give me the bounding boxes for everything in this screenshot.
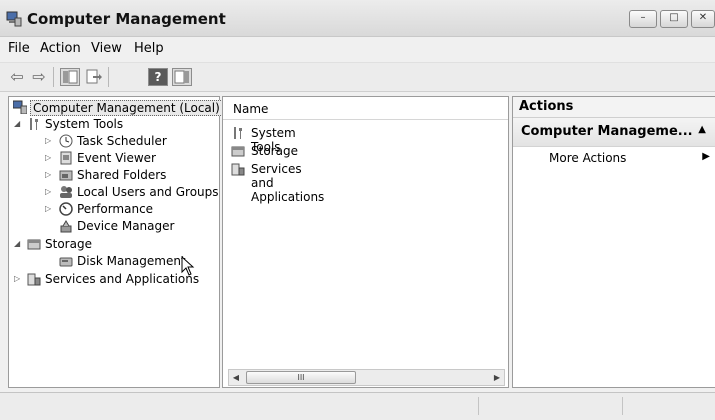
toolbar-separator <box>108 67 109 87</box>
show-hide-action-pane-icon[interactable] <box>172 68 192 86</box>
minimize-icon: – <box>640 12 646 23</box>
computer-management-icon <box>6 11 22 27</box>
users-groups-icon <box>60 186 72 198</box>
system-tools-icon <box>30 118 38 130</box>
scroll-left-icon[interactable]: ◀ <box>230 371 242 384</box>
close-button[interactable]: ✕ <box>691 10 715 28</box>
tree-item-label: Device Manager <box>77 219 175 233</box>
horizontal-scrollbar[interactable]: ◀ III ▶ <box>228 369 505 386</box>
actions-section-computer-management[interactable]: Computer Manageme... ▲ <box>513 118 715 147</box>
tree-item-label: Performance <box>77 202 154 216</box>
event-viewer-icon <box>60 151 72 165</box>
export-list-icon[interactable] <box>84 68 102 86</box>
menu-help[interactable]: Help <box>134 41 164 56</box>
tree-item-label: Event Viewer <box>77 151 156 165</box>
tree-item-label: Services and Applications <box>45 272 200 286</box>
storage-icon <box>231 146 245 157</box>
actions-header: Actions <box>513 97 715 118</box>
tree-item-label: Computer Management (Local) <box>30 100 223 116</box>
forward-arrow-icon[interactable]: ⇨ <box>30 68 48 86</box>
more-actions-label: More Actions <box>549 151 627 165</box>
more-actions-item[interactable]: More Actions ▶ <box>513 149 715 169</box>
column-header-label: Name <box>233 102 269 116</box>
show-hide-console-tree-icon[interactable] <box>60 68 80 86</box>
toolbar: ⇦ ⇨ ? <box>0 62 715 92</box>
list-item-label: Storage <box>251 144 298 158</box>
submenu-arrow-icon: ▶ <box>702 151 710 162</box>
menu-action[interactable]: Action <box>40 41 81 56</box>
results-pane[interactable]: Name System Tools Storage Services and A… <box>222 96 509 388</box>
tree-item-label: Disk Management <box>77 254 186 268</box>
menu-view[interactable]: View <box>91 41 122 56</box>
collapse-triangle-icon[interactable]: ◢ <box>14 118 24 130</box>
computer-management-icon <box>13 100 27 114</box>
tree-item-label: Local Users and Groups <box>77 185 219 199</box>
tree-item-label: Shared Folders <box>77 168 167 182</box>
actions-section-title: Computer Manageme... <box>521 124 693 139</box>
status-bar <box>0 392 715 420</box>
collapse-triangle-icon[interactable]: ◢ <box>14 238 24 250</box>
scrollbar-thumb[interactable]: III <box>246 371 356 384</box>
actions-pane: Actions Computer Manageme... ▲ More Acti… <box>512 96 715 388</box>
disk-management-icon <box>59 257 73 267</box>
back-arrow-icon[interactable]: ⇦ <box>8 68 26 86</box>
name-column-header[interactable]: Name <box>223 97 508 120</box>
maximize-icon: □ <box>669 12 679 23</box>
tree-item-label: Storage <box>45 237 92 251</box>
scroll-right-icon[interactable]: ▶ <box>491 371 503 384</box>
close-icon: ✕ <box>698 12 708 23</box>
system-tools-icon <box>234 127 242 139</box>
list-item-label: Services and Applications <box>251 162 325 204</box>
menu-bar: File Action View Help <box>0 37 715 59</box>
minimize-button[interactable]: – <box>629 10 657 28</box>
help-icon[interactable]: ? <box>148 68 168 86</box>
status-cell <box>478 397 619 415</box>
console-tree[interactable]: Computer Management (Local) ◢ System Too… <box>8 96 223 388</box>
storage-icon <box>27 239 41 250</box>
device-manager-icon <box>60 220 72 233</box>
tree-item-label: Task Scheduler <box>77 134 167 148</box>
shared-folders-icon <box>59 170 73 181</box>
expand-triangle-icon[interactable]: ▷ <box>45 135 55 147</box>
window-controls: – □ ✕ <box>626 10 715 28</box>
maximize-button[interactable]: □ <box>660 10 688 28</box>
toolbar-separator <box>53 67 54 87</box>
expand-triangle-icon[interactable]: ▷ <box>45 203 55 215</box>
actions-title: Actions <box>519 99 574 114</box>
window-title: Computer Management <box>27 10 226 28</box>
expand-triangle-icon[interactable]: ▷ <box>45 152 55 164</box>
expand-triangle-icon[interactable]: ▷ <box>14 273 24 285</box>
status-cell <box>622 397 715 415</box>
expand-triangle-icon[interactable]: ▷ <box>45 186 55 198</box>
services-applications-icon <box>27 273 41 286</box>
menu-file[interactable]: File <box>8 41 30 56</box>
mouse-cursor-icon <box>181 256 195 276</box>
performance-icon <box>59 202 73 216</box>
services-applications-icon <box>231 163 245 176</box>
expand-triangle-icon[interactable]: ▷ <box>45 169 55 181</box>
title-bar: Computer Management – □ ✕ <box>0 0 715 37</box>
collapse-caret-icon[interactable]: ▲ <box>698 124 706 135</box>
tree-item-label: System Tools <box>45 117 124 131</box>
task-scheduler-icon <box>59 134 73 148</box>
